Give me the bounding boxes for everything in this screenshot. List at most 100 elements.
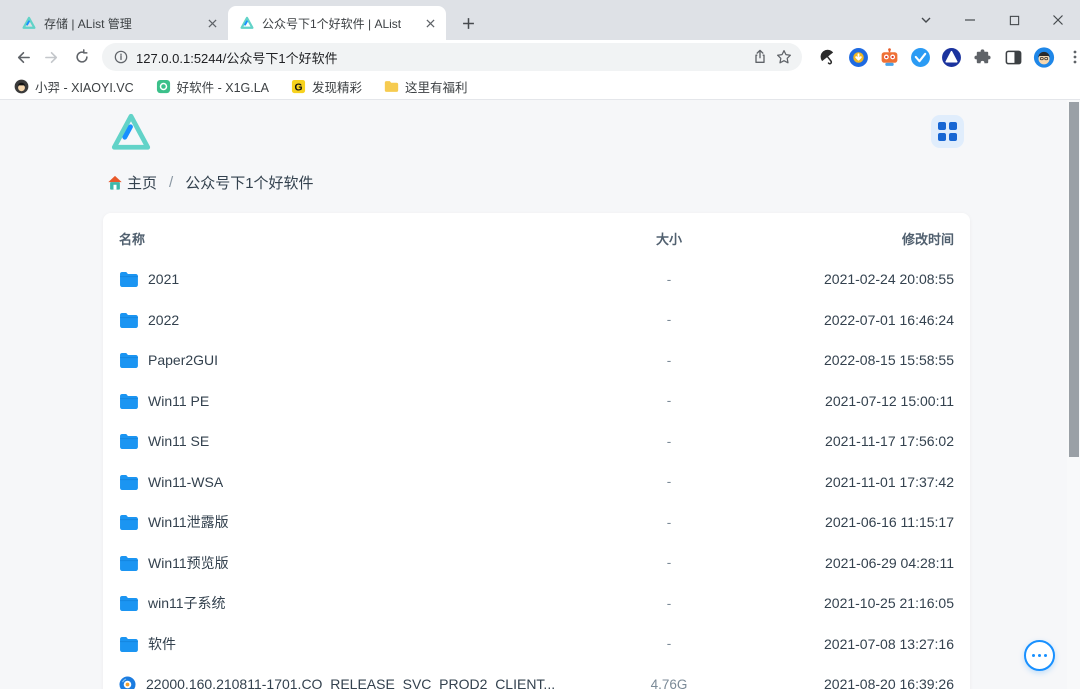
file-modified: 2021-02-24 20:08:55 [714,271,954,287]
downloader-extension-icon[interactable] [847,46,869,68]
bookmark-x1g[interactable]: 好软件 - X1G.LA [156,77,269,96]
file-size: - [624,474,714,489]
bookmark-label: 好软件 - X1G.LA [177,77,269,96]
file-size: - [624,596,714,611]
file-name: Win11预览版 [148,553,229,573]
robot-extension-icon[interactable] [878,46,900,68]
yellow-g-icon: G [291,79,306,94]
file-modified: 2021-11-17 17:56:02 [714,433,954,449]
alist-favicon [22,16,36,30]
forward-button[interactable] [38,43,66,71]
disc-icon [119,676,136,689]
bookmark-label: 发现精彩 [312,77,362,96]
green-app-icon [156,79,171,94]
folder-bookmark-icon [384,79,399,94]
address-bar[interactable]: 127.0.0.1:5244/公众号下1个好软件 [102,43,802,71]
bookmark-faxianjingcai[interactable]: G 发现精彩 [291,77,362,96]
file-row[interactable]: 2021 - 2021-02-24 20:08:55 [103,259,970,300]
scrollbar-thumb[interactable] [1069,102,1079,457]
file-modified: 2022-07-01 16:46:24 [714,312,954,328]
file-name: Win11泄露版 [148,512,229,532]
tab-alist-files[interactable]: 公众号下1个好软件 | AList [228,6,446,40]
file-row[interactable]: Win11预览版 - 2021-06-29 04:28:11 [103,543,970,584]
file-row[interactable]: Paper2GUI - 2022-08-15 15:58:55 [103,340,970,381]
file-size: - [624,434,714,449]
file-modified: 2021-10-25 21:16:05 [714,595,954,611]
alist-logo [110,111,152,158]
bookmark-star-icon[interactable] [776,49,792,65]
file-row[interactable]: 2022 - 2022-07-01 16:46:24 [103,300,970,341]
breadcrumb: 主页 / 公众号下1个好软件 [107,172,314,193]
folder-icon [119,312,138,328]
bookmarks-bar: 小羿 - XIAOYI.VC 好软件 - X1G.LA G 发现精彩 这里有福利 [0,74,1080,100]
window-controls [904,0,1080,40]
file-name: Win11 SE [148,433,209,449]
page-info-icon[interactable] [114,50,128,64]
breadcrumb-home-link[interactable]: 主页 [107,172,157,193]
avatar-bookmark-icon [14,79,29,94]
folder-icon [119,636,138,652]
file-row[interactable]: 22000.160.210811-1701.CO_RELEASE_SVC_PRO… [103,664,970,689]
file-row[interactable]: Win11 SE - 2021-11-17 17:56:02 [103,421,970,462]
folder-icon [119,271,138,287]
file-name: 2022 [148,312,179,328]
header-name[interactable]: 名称 [119,229,624,248]
side-panel-icon[interactable] [1002,46,1024,68]
file-modified: 2021-07-12 15:00:11 [714,393,954,409]
umbrella-extension-icon[interactable] [816,46,838,68]
tab-close-icon[interactable] [204,15,220,31]
minimize-button[interactable] [948,0,992,40]
browser-menu-icon[interactable] [1064,46,1080,68]
grid-view-icon [938,122,957,141]
file-table-body: 2021 - 2021-02-24 20:08:55 2022 - 2022-0… [103,259,970,689]
tab-search-chevron-icon[interactable] [904,0,948,40]
header-modified[interactable]: 修改时间 [714,229,954,248]
file-row[interactable]: Win11-WSA - 2021-11-01 17:37:42 [103,462,970,503]
svg-text:G: G [295,82,303,93]
bookmark-xiaoyi[interactable]: 小羿 - XIAOYI.VC [14,77,134,96]
home-icon [107,175,123,191]
file-size: - [624,272,714,287]
file-row[interactable]: 软件 - 2021-07-08 13:27:16 [103,624,970,665]
file-row[interactable]: win11子系统 - 2021-10-25 21:16:05 [103,583,970,624]
file-size: - [624,393,714,408]
check-extension-icon[interactable] [909,46,931,68]
breadcrumb-separator: / [165,174,177,191]
tab-title: 公众号下1个好软件 | AList [262,15,414,32]
file-name: Paper2GUI [148,352,218,368]
file-name: 22000.160.210811-1701.CO_RELEASE_SVC_PRO… [146,676,555,689]
new-tab-button[interactable] [454,9,482,37]
alist-page: 主页 / 公众号下1个好软件 名称 大小 修改时间 2021 - 2021-02… [0,100,1080,689]
folder-icon [119,352,138,368]
url-text[interactable]: 127.0.0.1:5244/公众号下1个好软件 [136,48,744,67]
file-modified: 2021-06-16 11:15:17 [714,514,954,530]
header-size[interactable]: 大小 [624,229,714,248]
breadcrumb-home-label: 主页 [127,172,157,193]
back-button[interactable] [8,43,36,71]
proxy-extension-icon[interactable] [940,46,962,68]
tab-close-icon[interactable] [422,15,438,31]
maximize-button[interactable] [992,0,1036,40]
file-size: - [624,636,714,651]
close-window-button[interactable] [1036,0,1080,40]
tab-strip: 存储 | AList 管理 公众号下1个好软件 | AList [0,0,1080,40]
browser-toolbar: 127.0.0.1:5244/公众号下1个好软件 [0,40,1080,74]
file-modified: 2021-07-08 13:27:16 [714,636,954,652]
layout-toggle-button[interactable] [931,115,964,148]
file-row[interactable]: Win11 PE - 2021-07-12 15:00:11 [103,381,970,422]
bookmark-fuli-folder[interactable]: 这里有福利 [384,77,468,96]
page-scrollbar[interactable] [1067,100,1080,689]
profile-avatar[interactable] [1033,46,1055,68]
folder-icon [119,474,138,490]
folder-icon [119,433,138,449]
tab-alist-admin[interactable]: 存储 | AList 管理 [10,6,228,40]
extensions-puzzle-icon[interactable] [971,46,993,68]
file-row[interactable]: Win11泄露版 - 2021-06-16 11:15:17 [103,502,970,543]
tab-title: 存储 | AList 管理 [44,15,196,32]
file-name: 软件 [148,634,176,654]
folder-icon [119,514,138,530]
file-size: - [624,515,714,530]
reload-button[interactable] [68,43,96,71]
share-icon[interactable] [752,49,768,65]
more-actions-fab[interactable] [1024,640,1055,671]
